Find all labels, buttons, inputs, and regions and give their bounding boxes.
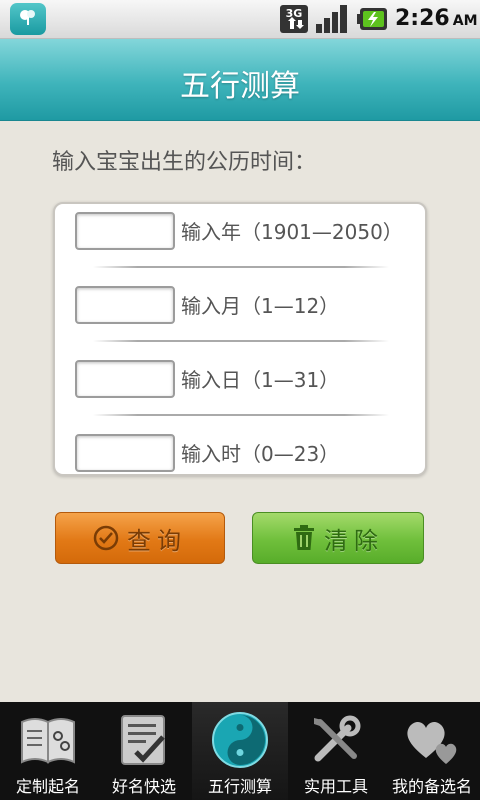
tab-custom-naming[interactable]: 定制起名 <box>0 702 96 800</box>
month-label: 输入月（1—12） <box>181 294 340 318</box>
divider <box>93 414 389 416</box>
tab-label: 定制起名 <box>15 777 80 796</box>
tab-label: 五行测算 <box>207 777 272 796</box>
divider <box>93 266 389 268</box>
status-bar: 3G 2:26 AM <box>0 0 480 39</box>
battery-charging-icon <box>356 7 388 31</box>
checklist-icon <box>121 715 165 765</box>
trash-icon <box>294 525 314 550</box>
hour-label: 输入时（0—23） <box>181 442 340 466</box>
year-label: 输入年（1901—2050） <box>181 220 403 244</box>
tools-icon <box>314 715 361 762</box>
bottom-tab-bar: 定制起名 好名快选 五行测算 实用工具 我的备选名 <box>0 702 480 800</box>
signal-strength-icon <box>315 4 349 34</box>
app-logo-icon <box>20 10 35 25</box>
check-circle-icon <box>93 525 119 551</box>
title-bar: 五行测算 <box>0 39 480 120</box>
date-input-card: 输入年（1901—2050） 输入月（1—12） 输入日（1—31） 输入时（0… <box>53 202 427 476</box>
book-icon <box>21 718 75 764</box>
app-icon <box>10 3 46 35</box>
tab-my-shortlist[interactable]: 我的备选名 <box>384 702 480 800</box>
hearts-icon <box>407 721 457 764</box>
hour-input[interactable] <box>75 434 175 472</box>
svg-text:3G: 3G <box>286 7 303 20</box>
form-prompt: 输入宝宝出生的公历时间： <box>52 150 317 175</box>
year-input[interactable] <box>75 212 175 250</box>
clock: 2:26 AM <box>395 6 478 31</box>
network-3g-icon: 3G <box>279 4 309 34</box>
query-button[interactable]: 查询 <box>55 512 225 564</box>
tab-quick-names[interactable]: 好名快选 <box>96 702 192 800</box>
yin-yang-icon <box>212 712 268 768</box>
day-row: 输入日（1—31） <box>55 360 425 400</box>
tab-label: 我的备选名 <box>391 777 472 796</box>
page-title: 五行测算 <box>180 69 300 104</box>
year-row: 输入年（1901—2050） <box>55 212 425 252</box>
query-button-label: 查询 <box>127 526 187 555</box>
tab-label: 好名快选 <box>111 777 176 796</box>
hour-row: 输入时（0—23） <box>55 434 425 474</box>
tab-five-elements[interactable]: 五行测算 <box>192 702 288 800</box>
clear-button-label: 清除 <box>324 526 384 555</box>
tab-tools[interactable]: 实用工具 <box>288 702 384 800</box>
month-row: 输入月（1—12） <box>55 286 425 326</box>
clear-button[interactable]: 清除 <box>252 512 424 564</box>
day-label: 输入日（1—31） <box>181 368 340 392</box>
day-input[interactable] <box>75 360 175 398</box>
divider <box>93 340 389 342</box>
month-input[interactable] <box>75 286 175 324</box>
tab-label: 实用工具 <box>303 777 368 796</box>
